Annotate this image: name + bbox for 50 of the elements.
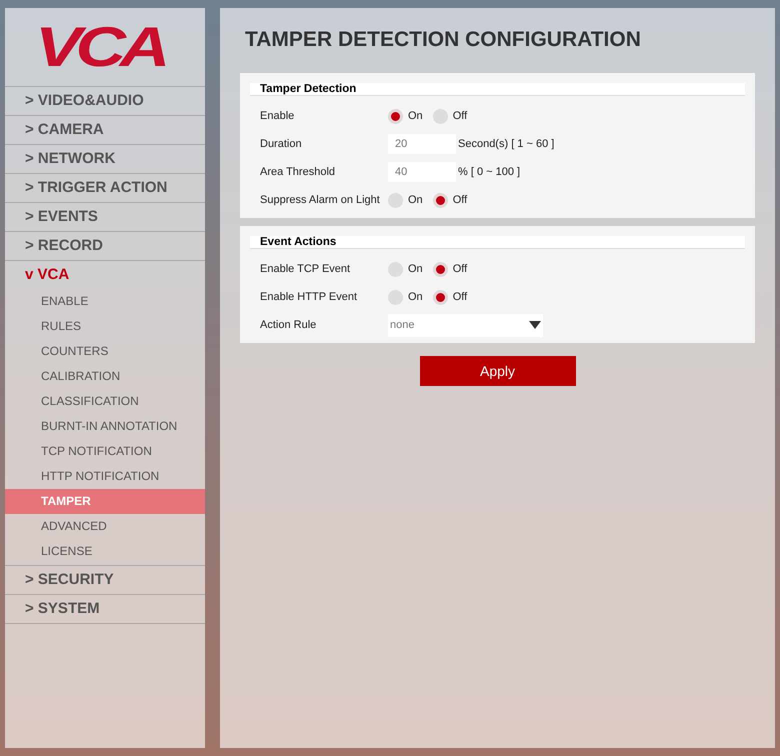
field-label: Duration [259, 138, 303, 150]
menu-item[interactable]: v VCA [5, 261, 205, 289]
submenu-item[interactable]: CALIBRATION [5, 364, 205, 389]
menu-item[interactable]: > VIDEO&AUDIO [5, 87, 205, 116]
submenu-item[interactable]: TCP NOTIFICATION [5, 439, 205, 464]
menu-item[interactable]: > CAMERA [5, 116, 205, 145]
dropdown[interactable]: none [388, 314, 543, 336]
field-label: Enable [259, 110, 296, 122]
radio-label: On [408, 263, 423, 275]
page-title: TAMPER DETECTION CONFIGURATION [245, 28, 642, 52]
unit-label: Second(s) [ 1 ~ 60 ] [458, 138, 554, 150]
radio-label: On [408, 291, 423, 303]
unit-label: % [ 0 ~ 100 ] [458, 166, 520, 178]
menu-item[interactable]: > NETWORK [5, 145, 205, 174]
radio-button[interactable] [388, 108, 403, 124]
menu-item[interactable]: > RECORD [5, 232, 205, 261]
caret-icon [529, 321, 541, 329]
radio-button[interactable] [432, 262, 448, 276]
menu-item[interactable]: > TRIGGER ACTION [5, 174, 205, 203]
menu-item[interactable]: > SECURITY [5, 566, 205, 595]
radio-label: Off [452, 263, 468, 275]
field-label: Suppress Alarm on Light [259, 194, 381, 206]
submenu-item[interactable]: CLASSIFICATION [5, 389, 205, 414]
radio-button[interactable] [432, 192, 448, 208]
section-header: Event Actions [250, 236, 745, 249]
radio-button[interactable] [432, 290, 448, 304]
field-label: Enable TCP Event [259, 263, 352, 275]
submenu-item[interactable]: BURNT-IN ANNOTATION [5, 414, 205, 439]
menu-item[interactable]: > SYSTEM [5, 595, 205, 624]
input-field[interactable]: 40 [388, 162, 456, 182]
radio-label: On [408, 194, 423, 206]
apply-button[interactable]: Apply [420, 356, 576, 386]
field-label: Enable HTTP Event [259, 291, 358, 303]
logo: VCA [35, 19, 164, 75]
field-label: Action Rule [259, 319, 318, 331]
radio-label: On [408, 110, 423, 122]
submenu-item[interactable]: HTTP NOTIFICATION [5, 464, 205, 489]
radio-label: Off [452, 194, 468, 206]
radio-label: Off [452, 110, 468, 122]
submenu-item[interactable]: TAMPER [5, 489, 205, 514]
input-field[interactable]: 20 [388, 134, 456, 154]
menu-item[interactable]: > EVENTS [5, 203, 205, 232]
submenu-item[interactable]: ENABLE [5, 289, 205, 314]
submenu-item[interactable]: RULES [5, 314, 205, 339]
submenu-item[interactable]: ADVANCED [5, 514, 205, 539]
radio-label: Off [452, 291, 468, 303]
section-header: Tamper Detection [250, 83, 745, 96]
field-label: Area Threshold [259, 166, 336, 178]
submenu-item[interactable]: LICENSE [5, 539, 205, 564]
submenu-item[interactable]: COUNTERS [5, 339, 205, 364]
